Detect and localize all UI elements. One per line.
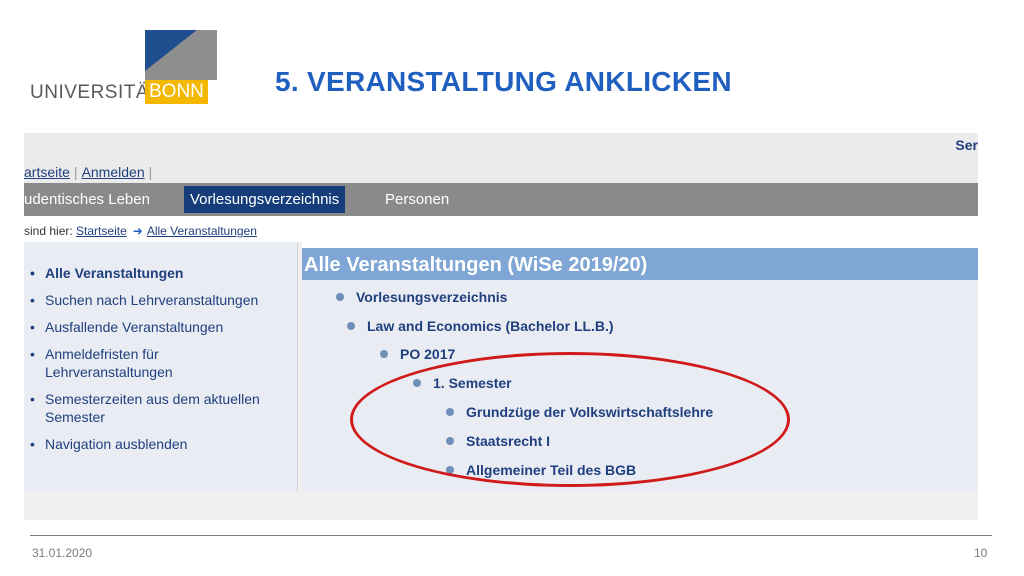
- tree-item-law-economics[interactable]: Law and Economics (Bachelor LL.B.): [347, 318, 614, 334]
- startseite-link[interactable]: artseite: [24, 164, 70, 180]
- nav-vorlesungsverzeichnis[interactable]: Vorlesungsverzeichnis: [184, 186, 346, 213]
- main-navbar: udentisches Leben Vorlesungsverzeichnis …: [24, 183, 978, 216]
- footer-page-number: 10: [974, 546, 988, 560]
- sidebar-item-navigation-ausblenden[interactable]: Navigation ausblenden: [30, 435, 280, 453]
- sidebar: Alle Veranstaltungen Suchen nach Lehrver…: [24, 242, 298, 491]
- bullet-icon: [336, 293, 344, 302]
- sidebar-item-suchen[interactable]: Suchen nach Lehrveranstaltungen: [30, 291, 280, 309]
- sidebar-item-alle-veranstaltungen[interactable]: Alle Veranstaltungen: [30, 264, 280, 282]
- arrow-right-icon: ➜: [132, 224, 143, 238]
- breadcrumb-startseite[interactable]: Startseite: [76, 224, 127, 238]
- bullet-icon: [347, 322, 355, 331]
- footer-date: 31.01.2020: [32, 546, 93, 560]
- page-heading: Alle Veranstaltungen (WiSe 2019/20): [304, 254, 648, 276]
- anmelden-link[interactable]: Anmelden: [82, 164, 145, 180]
- sidebar-item-semesterzeiten[interactable]: Semesterzeiten aus dem aktuellen Semeste…: [30, 390, 280, 426]
- search-link[interactable]: Ser: [955, 137, 978, 153]
- top-links: artseite | Anmelden |: [24, 164, 153, 180]
- nav-personen[interactable]: Personen: [385, 183, 449, 216]
- heading-bar: Alle Veranstaltungen (WiSe 2019/20): [302, 248, 978, 280]
- tree-item-po-2017[interactable]: PO 2017: [380, 346, 455, 362]
- logo-university-text: UNIVERSITÄT: [30, 82, 162, 103]
- logo-mark: [145, 30, 217, 80]
- tree-item-vorlesungsverzeichnis[interactable]: Vorlesungsverzeichnis: [336, 289, 507, 305]
- bullet-icon: [380, 350, 388, 359]
- sidebar-item-ausfallende[interactable]: Ausfallende Veranstaltungen: [30, 318, 280, 336]
- nav-studentisches-leben[interactable]: udentisches Leben: [24, 183, 150, 216]
- breadcrumb-alle-veranstaltungen[interactable]: Alle Veranstaltungen: [147, 224, 257, 238]
- highlight-ellipse: [350, 352, 790, 487]
- footer-divider: [30, 535, 992, 536]
- logo-city-text: BONN: [145, 80, 208, 104]
- university-logo: UNIVERSITÄT BONN: [30, 30, 220, 105]
- sidebar-item-anmeldefristen[interactable]: Anmeldefristen für Lehrveranstaltungen: [30, 345, 280, 381]
- breadcrumb: sind hier: Startseite ➜ Alle Veranstaltung…: [24, 224, 257, 238]
- breadcrumb-prefix: sind hier:: [24, 224, 73, 238]
- slide-title: 5. VERANSTALTUNG ANKLICKEN: [275, 66, 732, 97]
